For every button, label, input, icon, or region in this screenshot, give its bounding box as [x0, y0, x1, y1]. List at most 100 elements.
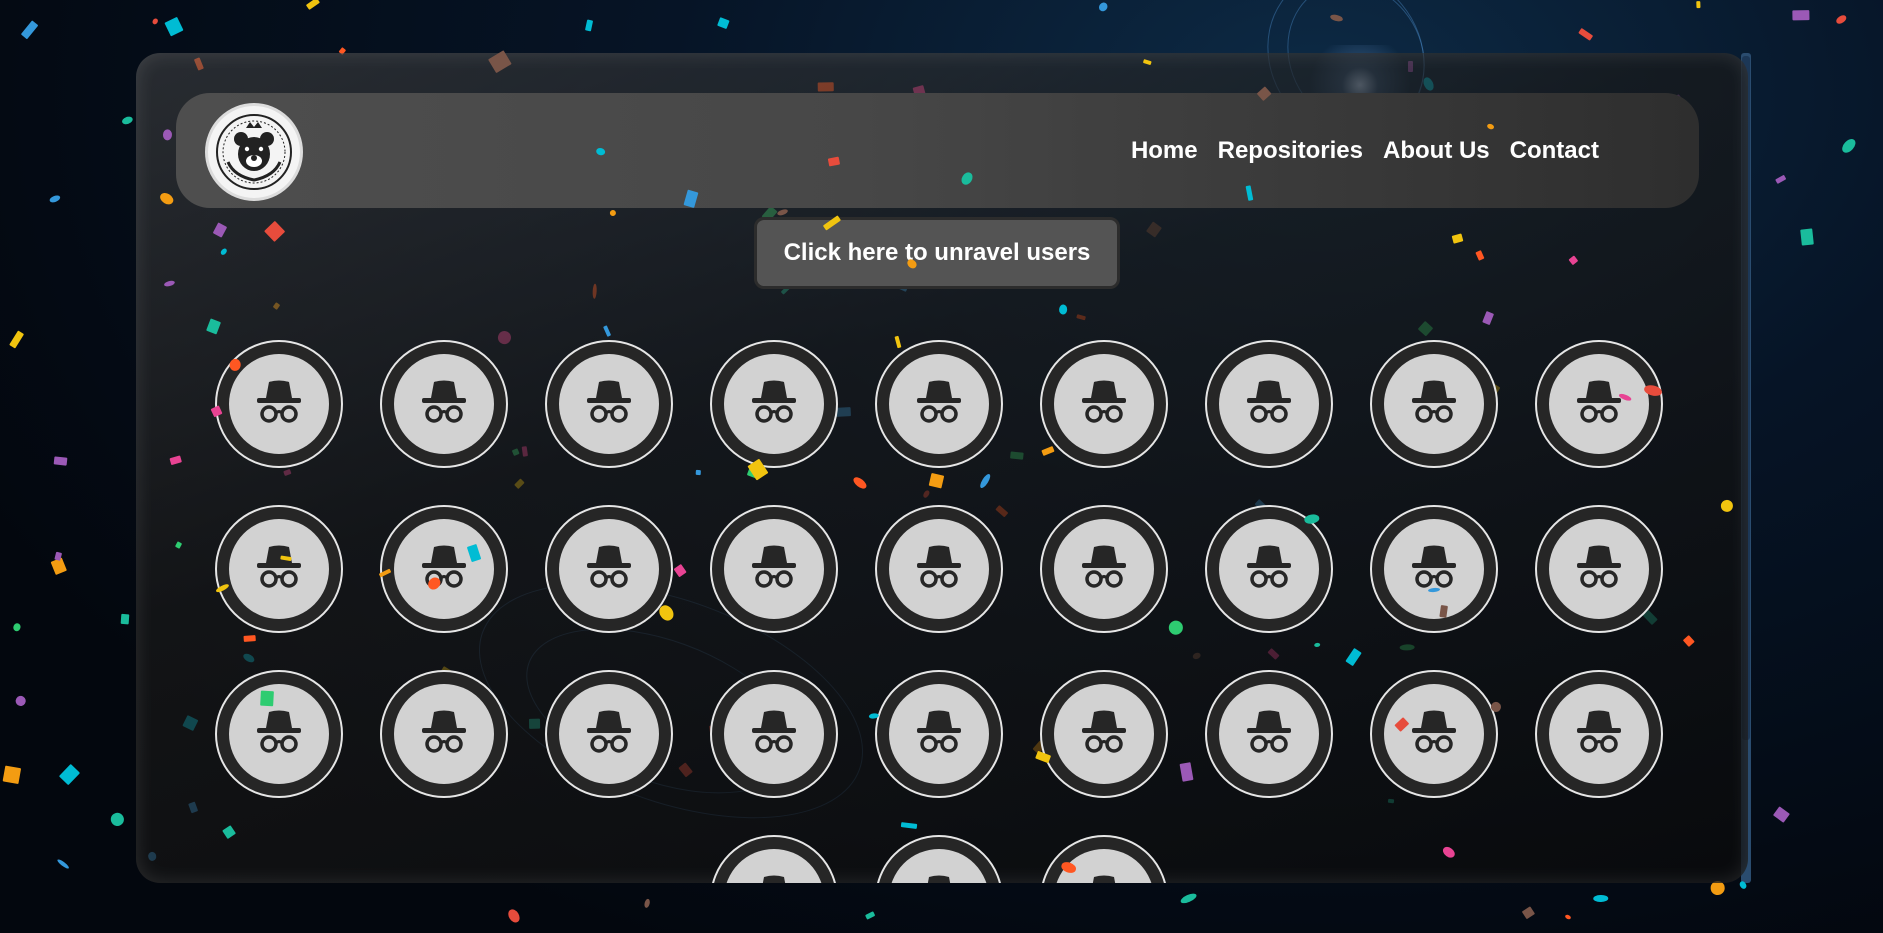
user-avatar[interactable] [545, 670, 673, 798]
incognito-icon [394, 519, 494, 619]
confetti-piece [865, 911, 876, 920]
nav-links: Home Repositories About Us Contact [1131, 93, 1599, 208]
confetti-piece [13, 693, 28, 708]
confetti-piece [108, 810, 127, 829]
incognito-icon [1054, 519, 1154, 619]
confetti-piece [56, 857, 71, 870]
confetti-piece [1772, 805, 1790, 823]
user-avatar[interactable] [1040, 835, 1168, 883]
incognito-icon [559, 519, 659, 619]
confetti-piece [120, 613, 129, 624]
incognito-icon [1549, 519, 1649, 619]
confetti-piece [58, 764, 80, 786]
user-avatar[interactable] [710, 835, 838, 883]
confetti-piece [1097, 1, 1110, 13]
confetti-piece [164, 16, 184, 37]
incognito-icon [724, 519, 824, 619]
incognito-icon [394, 354, 494, 454]
incognito-icon [559, 354, 659, 454]
user-avatar[interactable] [215, 505, 343, 633]
confetti-piece [1800, 228, 1815, 246]
incognito-icon [229, 519, 329, 619]
user-avatar[interactable] [1205, 670, 1333, 798]
incognito-icon [1549, 684, 1649, 784]
incognito-icon [889, 354, 989, 454]
incognito-icon [1219, 354, 1319, 454]
user-avatar[interactable] [1535, 505, 1663, 633]
confetti-piece [48, 193, 62, 204]
user-avatar[interactable] [380, 505, 508, 633]
confetti-piece [584, 19, 594, 32]
incognito-icon [1054, 684, 1154, 784]
confetti-piece [53, 456, 67, 467]
user-avatar[interactable] [1535, 670, 1663, 798]
user-avatar[interactable] [710, 505, 838, 633]
nav-repositories[interactable]: Repositories [1218, 137, 1363, 165]
user-avatar[interactable] [545, 340, 673, 468]
user-avatar[interactable] [875, 340, 1003, 468]
user-avatar[interactable] [545, 505, 673, 633]
confetti-piece [305, 0, 321, 11]
user-avatar[interactable] [875, 505, 1003, 633]
user-avatar[interactable] [875, 670, 1003, 798]
user-avatar[interactable] [875, 835, 1003, 883]
incognito-icon [229, 354, 329, 454]
incognito-icon [229, 684, 329, 784]
confetti-piece [2, 766, 21, 785]
user-avatar[interactable] [1535, 340, 1663, 468]
user-avatar[interactable] [1040, 670, 1168, 798]
confetti-piece [12, 623, 22, 633]
confetti-piece [1578, 27, 1594, 40]
navbar: Home Repositories About Us Contact [176, 93, 1699, 208]
confetti-piece [644, 898, 651, 909]
incognito-icon [1219, 519, 1319, 619]
incognito-icon [724, 849, 824, 883]
main-panel: Home Repositories About Us Contact Click… [136, 53, 1748, 883]
incognito-icon [889, 849, 989, 883]
confetti-piece [260, 690, 274, 706]
confetti-piece [151, 17, 159, 26]
incognito-icon [1384, 519, 1484, 619]
incognito-icon [559, 684, 659, 784]
user-avatar[interactable] [380, 340, 508, 468]
confetti-piece [1792, 10, 1810, 21]
confetti-piece [21, 21, 39, 40]
incognito-icon [394, 684, 494, 784]
confetti-piece [120, 115, 134, 126]
confetti-piece [1179, 891, 1199, 906]
user-avatar[interactable] [710, 670, 838, 798]
user-avatar[interactable] [380, 670, 508, 798]
nav-about-us[interactable]: About Us [1383, 137, 1490, 165]
confetti-piece [1592, 894, 1608, 902]
confetti-piece [1564, 914, 1572, 921]
nav-contact[interactable]: Contact [1510, 137, 1599, 165]
incognito-icon [724, 684, 824, 784]
incognito-icon [1549, 354, 1649, 454]
user-avatar[interactable] [1370, 340, 1498, 468]
confetti-piece [716, 16, 730, 29]
confetti-piece [1695, 0, 1701, 9]
user-avatar[interactable] [1370, 670, 1498, 798]
incognito-icon [889, 684, 989, 784]
incognito-icon [1384, 684, 1484, 784]
nav-home[interactable]: Home [1131, 137, 1198, 165]
incognito-icon [724, 354, 824, 454]
logo[interactable] [205, 103, 303, 201]
user-avatar[interactable] [215, 670, 343, 798]
incognito-icon [1219, 684, 1319, 784]
incognito-icon [1384, 354, 1484, 454]
confetti-piece [1774, 174, 1787, 184]
user-avatar[interactable] [710, 340, 838, 468]
unravel-users-button[interactable]: Click here to unravel users [754, 217, 1120, 289]
user-avatar[interactable] [1205, 340, 1333, 468]
user-avatar[interactable] [1040, 505, 1168, 633]
user-avatar[interactable] [1040, 340, 1168, 468]
user-avatar[interactable] [1370, 505, 1498, 633]
confetti-piece [1709, 880, 1725, 896]
confetti-piece [1834, 14, 1848, 26]
confetti-piece [8, 330, 25, 349]
user-avatar[interactable] [1205, 505, 1333, 633]
confetti-piece [505, 907, 522, 926]
incognito-icon [889, 519, 989, 619]
incognito-icon [1054, 354, 1154, 454]
